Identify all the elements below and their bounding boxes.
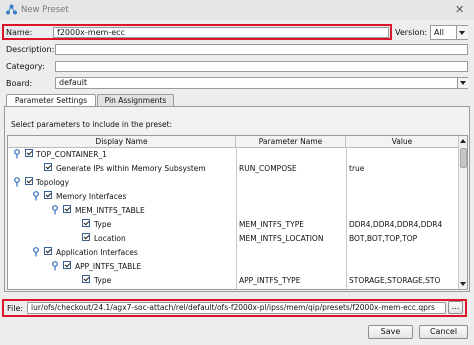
tab-parameter-settings[interactable]: Parameter Settings — [6, 94, 96, 106]
table-row[interactable]: Application Interfaces — [8, 245, 467, 259]
version-dropdown-button[interactable] — [456, 26, 468, 39]
row-parameter-name: MEM_INTFS_TYPE — [239, 220, 304, 229]
row-checkbox[interactable] — [25, 177, 33, 185]
table-row[interactable]: Type APP_INTFS_TYPE STORAGE,STORAGE,STO — [8, 273, 467, 287]
row-checkbox[interactable] — [44, 163, 52, 171]
browse-button[interactable]: ... — [448, 301, 463, 314]
row-value: STORAGE,STORAGE,STO — [349, 276, 441, 285]
row-value: BOT,BOT,TOP,TOP — [349, 234, 418, 243]
pin-icon[interactable] — [51, 261, 59, 271]
row-checkbox[interactable] — [82, 219, 90, 227]
pin-icon[interactable] — [51, 205, 59, 215]
row-parameter-name: RUN_COMPOSE — [239, 164, 297, 173]
category-input[interactable] — [55, 61, 468, 72]
row-parameter-name: MEM_INTFS_LOCATION — [239, 234, 324, 243]
row-display-name: Topology — [36, 178, 70, 187]
panel-instruction: Select parameters to include in the pres… — [11, 120, 173, 129]
chevron-down-icon — [459, 31, 465, 35]
description-input[interactable] — [55, 44, 468, 55]
chevron-down-icon — [460, 81, 466, 85]
row-display-name: Type — [94, 220, 112, 229]
table-row[interactable]: Topology — [8, 175, 467, 189]
row-checkbox[interactable] — [82, 275, 90, 283]
row-display-name: APP_INTFS_TABLE — [75, 262, 142, 271]
parameter-table: Display Name Parameter Name Value TOP_CO… — [7, 135, 468, 290]
file-label: File: — [7, 304, 24, 313]
scroll-down-icon[interactable] — [460, 282, 466, 286]
table-scrollbar[interactable] — [458, 136, 467, 289]
parameter-settings-panel: Select parameters to include in the pres… — [4, 106, 470, 292]
row-display-name: Location — [94, 234, 126, 243]
app-logo-icon — [6, 4, 17, 15]
file-path-value: iur/ofs/checkout/24.1/agx7-soc-attach/re… — [31, 303, 435, 312]
pin-icon[interactable] — [13, 177, 21, 187]
row-checkbox[interactable] — [63, 205, 71, 213]
row-display-name: Generate IPs within Memory Subsystem — [56, 164, 206, 173]
pin-icon[interactable] — [32, 247, 40, 257]
scrollbar-thumb[interactable] — [460, 148, 467, 168]
row-display-name: Application Interfaces — [56, 248, 138, 257]
window-title: New Preset — [21, 5, 69, 15]
title-bar: New Preset ✕ — [0, 0, 474, 20]
row-parameter-name: APP_INTFS_TYPE — [239, 276, 301, 285]
row-display-name: Memory Interfaces — [56, 192, 127, 201]
board-dropdown-button[interactable] — [457, 78, 468, 88]
row-value: DDR4,DDR4,DDR4,DDR4 — [349, 220, 443, 229]
board-label: Board: — [6, 79, 33, 88]
row-checkbox[interactable] — [63, 261, 71, 269]
row-display-name: Type — [94, 276, 112, 285]
table-row[interactable]: Generate IPs within Memory Subsystem RUN… — [8, 161, 467, 175]
table-row[interactable]: APP_INTFS_TABLE — [8, 259, 467, 273]
row-display-name: TOP_CONTAINER_1 — [36, 150, 107, 159]
table-row[interactable]: Memory Interfaces — [8, 189, 467, 203]
version-label: Version: — [395, 28, 428, 37]
version-select[interactable]: All — [430, 25, 468, 40]
description-label: Description: — [6, 45, 55, 54]
scroll-up-icon[interactable] — [460, 139, 466, 143]
board-select[interactable]: default — [55, 77, 468, 89]
name-input[interactable]: f2000x-mem-ecc — [53, 27, 389, 38]
column-header-display-name[interactable]: Display Name — [8, 136, 236, 147]
row-checkbox[interactable] — [44, 191, 52, 199]
pin-icon[interactable] — [32, 191, 40, 201]
version-select-value: All — [434, 28, 444, 37]
row-checkbox[interactable] — [82, 233, 90, 241]
tab-pin-assignments[interactable]: Pin Assignments — [97, 94, 174, 106]
row-checkbox[interactable] — [44, 247, 52, 255]
save-button[interactable]: Save — [368, 325, 413, 339]
row-checkbox[interactable] — [25, 149, 33, 157]
name-label: Name: — [6, 28, 33, 37]
table-row[interactable]: TOP_CONTAINER_1 — [8, 147, 467, 161]
row-display-name: MEM_INTFS_TABLE — [75, 206, 145, 215]
column-header-value[interactable]: Value — [346, 136, 458, 147]
table-row[interactable]: Location MEM_INTFS_LOCATION BOT,BOT,TOP,… — [8, 231, 467, 245]
cancel-button[interactable]: Cancel — [419, 325, 468, 339]
column-header-parameter-name[interactable]: Parameter Name — [236, 136, 346, 147]
close-icon[interactable]: ✕ — [455, 3, 464, 16]
table-row[interactable]: MEM_INTFS_TABLE — [8, 203, 467, 217]
board-select-value: default — [59, 78, 88, 87]
pin-icon[interactable] — [13, 149, 21, 159]
table-row[interactable]: Type MEM_INTFS_TYPE DDR4,DDR4,DDR4,DDR4 — [8, 217, 467, 231]
category-label: Category: — [6, 62, 45, 71]
name-input-value: f2000x-mem-ecc — [57, 28, 125, 37]
file-path-input[interactable]: iur/ofs/checkout/24.1/agx7-soc-attach/re… — [27, 302, 446, 314]
row-value: true — [349, 164, 365, 173]
